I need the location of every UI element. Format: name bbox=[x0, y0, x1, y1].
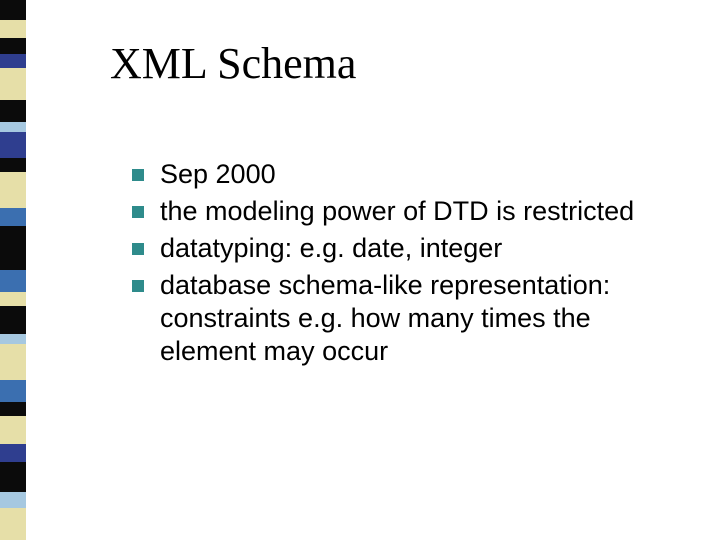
sidebar-stripe bbox=[0, 444, 26, 462]
sidebar-stripe bbox=[0, 462, 26, 492]
square-bullet-icon bbox=[132, 169, 144, 181]
sidebar-stripe bbox=[0, 132, 26, 158]
sidebar-stripe bbox=[0, 100, 26, 122]
sidebar-stripe bbox=[0, 508, 26, 540]
sidebar-stripe bbox=[0, 380, 26, 402]
list-item: the modeling power of DTD is restricted bbox=[132, 195, 680, 228]
sidebar-stripe bbox=[0, 292, 26, 306]
sidebar-stripe bbox=[0, 306, 26, 334]
sidebar-stripe bbox=[0, 226, 26, 270]
sidebar-stripe bbox=[0, 344, 26, 380]
sidebar-stripe bbox=[0, 122, 26, 132]
list-item-text: the modeling power of DTD is restricted bbox=[160, 195, 680, 228]
sidebar-stripe bbox=[0, 416, 26, 444]
decorative-sidebar bbox=[0, 0, 26, 540]
list-item: datatyping: e.g. date, integer bbox=[132, 232, 680, 265]
bullet-list: Sep 2000 the modeling power of DTD is re… bbox=[132, 158, 680, 372]
sidebar-stripe bbox=[0, 158, 26, 172]
sidebar-stripe bbox=[0, 208, 26, 226]
list-item-text: datatyping: e.g. date, integer bbox=[160, 232, 680, 265]
square-bullet-icon bbox=[132, 243, 144, 255]
list-item: Sep 2000 bbox=[132, 158, 680, 191]
sidebar-stripe bbox=[0, 172, 26, 208]
sidebar-stripe bbox=[0, 492, 26, 508]
sidebar-stripe bbox=[0, 38, 26, 54]
sidebar-stripe bbox=[0, 402, 26, 416]
slide: XML Schema Sep 2000 the modeling power o… bbox=[0, 0, 720, 540]
list-item-text: Sep 2000 bbox=[160, 158, 680, 191]
slide-title: XML Schema bbox=[110, 38, 356, 89]
sidebar-stripe bbox=[0, 20, 26, 38]
sidebar-stripe bbox=[0, 270, 26, 292]
list-item-text: database schema-like representation: con… bbox=[160, 269, 680, 368]
square-bullet-icon bbox=[132, 206, 144, 218]
list-item: database schema-like representation: con… bbox=[132, 269, 680, 368]
sidebar-stripe bbox=[0, 0, 26, 20]
square-bullet-icon bbox=[132, 280, 144, 292]
sidebar-stripe bbox=[0, 334, 26, 344]
sidebar-stripe bbox=[0, 68, 26, 100]
sidebar-stripe bbox=[0, 54, 26, 68]
